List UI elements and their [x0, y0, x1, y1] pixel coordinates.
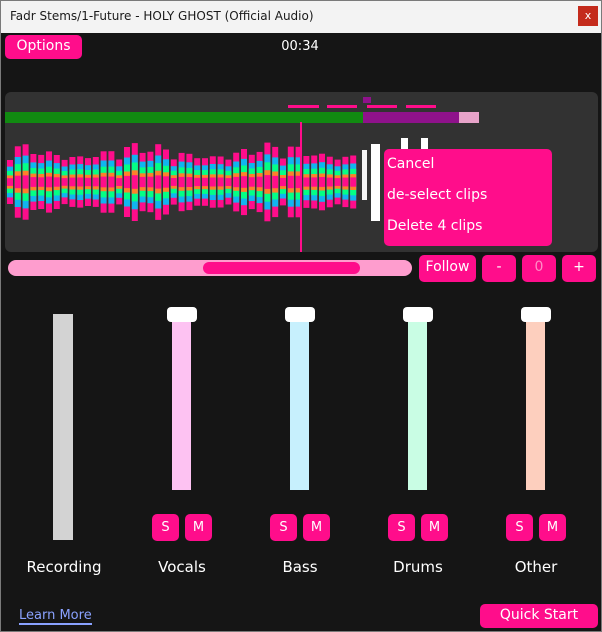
quick-start-button[interactable]: Quick Start [480, 604, 598, 628]
waveform-bar [139, 176, 146, 188]
waveform-bar [163, 176, 169, 188]
waveform-bar [303, 177, 310, 187]
drums-fader-track[interactable] [408, 321, 427, 490]
bass-fader-track[interactable] [290, 321, 309, 490]
clip-marker[interactable] [288, 105, 319, 108]
vocals-fader-handle[interactable] [167, 307, 197, 322]
bass-mute-button[interactable]: M [303, 514, 330, 541]
waveform-bar [108, 176, 115, 188]
waveform-bar [147, 176, 154, 188]
waveform-bar [69, 177, 76, 187]
context-menu: Cancel de-select clips Delete 4 clips [384, 149, 552, 246]
clip-marker[interactable] [367, 105, 397, 108]
drums-solo-button[interactable]: S [388, 514, 415, 541]
playback-time: 00:34 [281, 39, 319, 54]
waveform-bar [350, 177, 357, 187]
waveform-bar [77, 177, 84, 187]
channel-label-recording: Recording [26, 558, 102, 576]
waveform-bar [100, 176, 107, 188]
window-title: Fadr Stems/1-Future - HOLY GHOST (Offici… [10, 9, 314, 23]
waveform-bar [272, 175, 279, 189]
waveform-bar [131, 175, 138, 189]
waveform-bar [92, 177, 99, 187]
waveform-bar [46, 176, 52, 188]
waveform-bar [85, 177, 91, 187]
waveform-bar [53, 177, 60, 187]
zoom-level: 0 [522, 255, 556, 282]
waveform-bar [178, 176, 185, 188]
waveform-bar [170, 178, 177, 186]
bass-fader-handle[interactable] [285, 307, 315, 322]
channel-label-other: Other [514, 558, 558, 576]
drums-mute-button[interactable]: M [421, 514, 448, 541]
playhead[interactable] [300, 122, 302, 252]
clip-handle[interactable] [362, 150, 367, 200]
waveform-bar [319, 177, 325, 187]
other-solo-button[interactable]: S [506, 514, 533, 541]
waveform-bar [280, 177, 286, 187]
clip-marker[interactable] [327, 105, 357, 108]
bass-solo-button[interactable]: S [270, 514, 297, 541]
waveform-bar [342, 177, 349, 187]
waveform-bar [287, 175, 294, 189]
other-mute-button[interactable]: M [539, 514, 566, 541]
options-button[interactable]: Options [5, 35, 82, 59]
waveform-bar [155, 175, 162, 189]
zoom-out-button[interactable]: - [482, 255, 516, 282]
waveform-bar [256, 176, 263, 188]
close-button[interactable]: x [578, 6, 598, 26]
channel-label-vocals: Vocals [158, 558, 206, 576]
recording-level-bar [53, 314, 73, 540]
clip-region-bar[interactable] [5, 112, 363, 123]
waveform-bar [202, 177, 208, 187]
channel-label-bass: Bass [282, 558, 318, 576]
waveform-bars [7, 142, 357, 222]
title-bar: Fadr Stems/1-Future - HOLY GHOST (Offici… [1, 1, 601, 33]
waveform-bar [248, 177, 255, 187]
selection-flag[interactable] [363, 97, 371, 103]
selected-region-bar[interactable] [363, 112, 459, 123]
learn-more-link[interactable]: Learn More [19, 608, 92, 625]
channel-label-drums: Drums [393, 558, 443, 576]
follow-button[interactable]: Follow [419, 255, 476, 282]
region-end-marker[interactable] [459, 112, 479, 123]
menu-item-delete-clips[interactable]: Delete 4 clips [387, 218, 482, 234]
clip-handle[interactable] [371, 144, 380, 221]
zoom-in-button[interactable]: + [562, 255, 596, 282]
menu-item-deselect-clips[interactable]: de-select clips [387, 187, 487, 203]
waveform-bar [7, 178, 13, 186]
menu-item-cancel[interactable]: Cancel [387, 156, 434, 172]
waveform-bar [311, 177, 318, 187]
scrollbar-thumb[interactable] [203, 262, 360, 274]
waveform-bar [241, 176, 247, 188]
waveform-bar [334, 178, 341, 186]
drums-fader-handle[interactable] [403, 307, 433, 322]
vocals-solo-button[interactable]: S [152, 514, 179, 541]
waveform-bar [326, 177, 333, 187]
waveform-bar [30, 177, 37, 187]
vocals-fader-track[interactable] [172, 321, 191, 490]
vocals-mute-button[interactable]: M [185, 514, 212, 541]
waveform-bar [22, 175, 29, 189]
other-fader-track[interactable] [526, 321, 545, 490]
waveform-bar [233, 176, 240, 188]
other-fader-handle[interactable] [521, 307, 551, 322]
waveform-bar [116, 178, 123, 186]
timeline-scrollbar[interactable] [8, 260, 412, 276]
waveform-bar [38, 177, 45, 187]
waveform-bar [264, 175, 271, 189]
waveform-bar [209, 177, 216, 187]
waveform-bar [225, 178, 232, 186]
waveform-bar [61, 178, 68, 186]
waveform-bar [217, 177, 224, 187]
waveform-bar [186, 177, 193, 187]
app-window: Fadr Stems/1-Future - HOLY GHOST (Offici… [0, 0, 602, 632]
waveform-bar [124, 175, 130, 189]
waveform-bar [14, 175, 21, 189]
waveform-bar [194, 177, 201, 187]
clip-marker[interactable] [406, 105, 436, 108]
